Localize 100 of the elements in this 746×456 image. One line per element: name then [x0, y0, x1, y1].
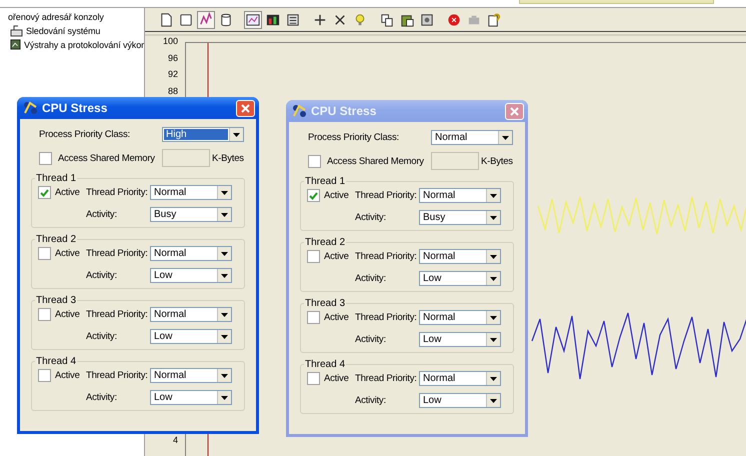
- activity-dropdown[interactable]: Low: [419, 393, 501, 408]
- help-icon: [486, 12, 502, 28]
- dropdown-arrow-icon: [233, 132, 240, 136]
- checkbox-label: Active: [324, 373, 349, 384]
- dropdown-arrow-icon: [490, 316, 497, 320]
- axis-label: 96: [168, 52, 178, 63]
- dropdown-arrow-icon: [221, 396, 228, 400]
- priority-dropdown[interactable]: Normal: [431, 130, 513, 145]
- priority-dropdown[interactable]: Normal: [150, 246, 232, 261]
- priority-dropdown[interactable]: High: [162, 127, 244, 142]
- priority-dropdown[interactable]: Normal: [419, 310, 501, 325]
- close-icon: [510, 106, 519, 116]
- field-label: Thread Priority:: [86, 309, 149, 320]
- toolbar-button[interactable]: [244, 10, 262, 28]
- app-icon: [23, 101, 38, 115]
- close-button[interactable]: [236, 100, 255, 116]
- field-label: Activity:: [86, 209, 118, 220]
- group-label: Thread 2: [304, 237, 346, 248]
- field-label: Activity:: [355, 273, 387, 284]
- memory-size-field[interactable]: [162, 149, 210, 167]
- dropdown-arrow-icon: [221, 312, 228, 316]
- tree-item[interactable]: Sledování systému: [26, 26, 100, 36]
- priority-dropdown[interactable]: Normal: [419, 371, 501, 386]
- field-label: Thread Priority:: [86, 187, 149, 198]
- activity-dropdown[interactable]: Busy: [150, 207, 232, 222]
- checkbox[interactable]: [307, 189, 320, 202]
- checkbox[interactable]: [38, 186, 51, 199]
- app-icon: [292, 104, 307, 118]
- field-label: Thread Priority:: [355, 251, 418, 262]
- checkbox[interactable]: [39, 152, 52, 164]
- axis-label: 88: [168, 86, 178, 96]
- window-title: CPU Stress: [42, 101, 108, 115]
- close-button[interactable]: [505, 102, 524, 120]
- checkbox[interactable]: [307, 311, 320, 324]
- dropdown-arrow-icon: [221, 190, 228, 194]
- field-label: Thread Priority:: [355, 190, 418, 201]
- close-icon: [241, 104, 250, 112]
- axis-label: 92: [168, 69, 178, 80]
- activity-dropdown[interactable]: Low: [150, 329, 232, 344]
- unit-label: K-Bytes: [212, 152, 245, 164]
- dropdown-arrow-icon: [490, 398, 497, 402]
- field-label: Activity:: [86, 392, 118, 403]
- field-label: Process Priority Class:: [39, 129, 131, 140]
- graph-icon: [245, 12, 261, 28]
- dropdown-arrow-icon: [221, 252, 228, 256]
- dropdown-arrow-icon: [490, 216, 497, 220]
- group-label: Thread 3: [304, 298, 346, 309]
- activity-dropdown[interactable]: Low: [150, 390, 232, 405]
- priority-dropdown[interactable]: Normal: [419, 188, 501, 203]
- dropdown-arrow-icon: [490, 254, 497, 258]
- copy-icon: [379, 12, 395, 28]
- dropdown-arrow-icon: [221, 374, 228, 378]
- checkbox-label: Active: [55, 370, 80, 381]
- field-label: Activity:: [355, 395, 387, 406]
- checkbox[interactable]: [38, 369, 51, 382]
- priority-dropdown[interactable]: Normal: [150, 307, 232, 322]
- checkbox-label: Active: [55, 309, 80, 320]
- field-label: Thread Priority:: [355, 373, 418, 384]
- activity-dropdown[interactable]: Low: [419, 271, 501, 286]
- tree-item[interactable]: ořenový adresář konzoly: [8, 12, 104, 22]
- dropdown-arrow-icon: [490, 376, 497, 380]
- group-label: Thread 4: [35, 356, 78, 367]
- tree-item[interactable]: Výstrahy a protokolování výkor: [24, 40, 144, 50]
- checkbox-label: Active: [324, 312, 349, 323]
- window-title: CPU Stress: [311, 104, 378, 118]
- checkbox-label: Active: [324, 251, 349, 262]
- checkbox-label: Access Shared Memory: [327, 156, 424, 166]
- dropdown-arrow-icon: [490, 338, 497, 342]
- dropdown-arrow-icon: [490, 276, 497, 280]
- dropdown-arrow-icon: [502, 136, 509, 140]
- priority-dropdown[interactable]: Normal: [150, 368, 232, 383]
- priority-dropdown[interactable]: Normal: [150, 185, 232, 200]
- field-label: Activity:: [355, 334, 387, 345]
- checkbox-label: Active: [324, 190, 349, 201]
- checkbox[interactable]: [308, 154, 321, 168]
- square-icon: [178, 12, 194, 28]
- dropdown-arrow-icon: [221, 212, 228, 216]
- checkbox[interactable]: [38, 247, 51, 260]
- field-label: Thread Priority:: [86, 248, 149, 259]
- group-label: Thread 1: [35, 173, 78, 184]
- group-label: Thread 2: [35, 234, 78, 245]
- field-label: Activity:: [86, 331, 118, 342]
- field-label: Activity:: [86, 270, 118, 281]
- field-label: Activity:: [355, 212, 387, 223]
- activity-dropdown[interactable]: Busy: [419, 210, 501, 225]
- group-label: Thread 1: [304, 176, 346, 187]
- checkbox-label: Active: [55, 187, 80, 198]
- checkbox-label: Access Shared Memory: [58, 152, 155, 164]
- checkbox[interactable]: [307, 372, 320, 385]
- checkbox[interactable]: [307, 250, 320, 263]
- checkbox[interactable]: [38, 308, 51, 321]
- activity-dropdown[interactable]: Low: [150, 268, 232, 283]
- priority-dropdown[interactable]: Normal: [419, 249, 501, 264]
- report-icon: [285, 12, 301, 28]
- memory-size-field[interactable]: [431, 152, 479, 170]
- checkbox-label: Active: [55, 248, 80, 259]
- activity-dropdown[interactable]: Low: [419, 332, 501, 347]
- group-label: Thread 4: [304, 359, 346, 370]
- stop-icon: [446, 12, 462, 28]
- axis-label: 100: [162, 36, 178, 46]
